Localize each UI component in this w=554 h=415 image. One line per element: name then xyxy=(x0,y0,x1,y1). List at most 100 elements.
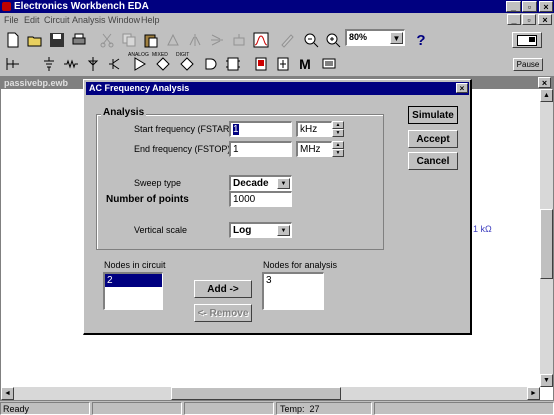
instruments-bin-icon[interactable] xyxy=(318,54,340,74)
nodes-in-circuit-item[interactable]: 2 xyxy=(105,274,162,287)
cancel-button[interactable]: Cancel xyxy=(408,152,458,170)
horizontal-scroll-thumb[interactable] xyxy=(171,387,341,400)
sweep-type-label: Sweep type xyxy=(134,178,182,188)
vertical-scale-value: Log xyxy=(233,225,252,236)
spin-down-icon[interactable]: ▼ xyxy=(332,129,344,137)
favorites-bin-icon[interactable] xyxy=(2,54,24,74)
new-file-icon[interactable] xyxy=(2,30,24,50)
cut-icon[interactable] xyxy=(96,30,118,50)
menu-window[interactable]: Window xyxy=(108,15,140,25)
copy-icon[interactable] xyxy=(118,30,140,50)
status-pane-5 xyxy=(374,402,554,415)
menu-analysis[interactable]: Analysis xyxy=(72,15,106,25)
chevron-down-icon[interactable]: ▼ xyxy=(390,32,403,44)
toolbar-parts: ANALOG MIXED DIGIT M Pause xyxy=(0,52,554,74)
minimize-button[interactable]: _ xyxy=(506,1,521,12)
graph-icon[interactable] xyxy=(250,30,272,50)
nodes-for-analysis-list[interactable]: 3 xyxy=(262,272,324,310)
flip-horizontal-icon[interactable] xyxy=(184,30,206,50)
status-temp-pane: Temp: 27 xyxy=(276,402,372,415)
start-unit-value: kHz xyxy=(300,124,318,135)
digital-bin-icon[interactable] xyxy=(222,54,244,74)
status-pane-3 xyxy=(184,402,274,415)
scroll-left-icon[interactable]: ◄ xyxy=(1,387,14,400)
simulate-button[interactable]: Simulate xyxy=(408,106,458,124)
spin-down-icon[interactable]: ▼ xyxy=(332,149,344,157)
flip-vertical-icon[interactable] xyxy=(206,30,228,50)
zoom-in-icon[interactable] xyxy=(322,30,344,50)
horizontal-scrollbar[interactable]: ◄ ► xyxy=(1,387,540,400)
paste-icon[interactable] xyxy=(140,30,162,50)
end-unit-field[interactable]: MHz xyxy=(296,141,332,157)
indicators-bin-icon[interactable] xyxy=(250,54,272,74)
document-title: passivebp.ewb xyxy=(4,78,69,88)
spin-up-icon[interactable]: ▲ xyxy=(332,121,344,129)
end-unit-value: MHz xyxy=(300,144,321,155)
save-icon[interactable] xyxy=(46,30,68,50)
power-switch[interactable] xyxy=(512,32,542,48)
zoom-select[interactable]: 80% ▼ xyxy=(345,29,405,46)
maximize-button[interactable]: ▫ xyxy=(522,1,537,12)
doc-close-button[interactable]: × xyxy=(538,14,552,25)
sweep-type-select[interactable]: Decade ▼ xyxy=(229,175,292,191)
dialog-close-button[interactable]: × xyxy=(456,83,468,93)
end-unit-spinner[interactable]: ▲ ▼ xyxy=(332,141,344,157)
nodes-for-analysis-item[interactable]: 3 xyxy=(266,275,321,286)
doc-minimize-button[interactable]: _ xyxy=(507,14,521,25)
cancel-label: Cancel xyxy=(416,155,450,167)
doc-restore-button[interactable]: ▫ xyxy=(522,14,536,25)
vertical-scale-select[interactable]: Log ▼ xyxy=(229,222,292,238)
miscellaneous-bin[interactable]: M xyxy=(294,54,316,74)
diodes-bin-icon[interactable] xyxy=(82,54,104,74)
menu-bar: File Edit Circuit Analysis Window Help _… xyxy=(0,13,554,26)
nodes-in-circuit-label: Nodes in circuit xyxy=(104,260,166,270)
zoom-out-icon[interactable] xyxy=(300,30,322,50)
nodes-in-circuit-list[interactable]: 2 xyxy=(103,272,163,310)
number-of-points-input[interactable]: 1000 xyxy=(229,191,292,207)
mixed-ics-bin-icon[interactable]: MIXED xyxy=(152,52,174,74)
add-node-button[interactable]: Add -> xyxy=(194,280,252,298)
power-switch-icon xyxy=(517,34,537,46)
accept-button[interactable]: Accept xyxy=(408,130,458,148)
start-unit-spinner[interactable]: ▲ ▼ xyxy=(332,121,344,137)
chevron-down-icon[interactable]: ▼ xyxy=(277,178,290,189)
add-node-label: Add -> xyxy=(207,283,239,295)
end-frequency-value: 1 xyxy=(233,144,239,155)
print-icon[interactable] xyxy=(68,30,90,50)
vertical-scrollbar[interactable]: ▲ ▼ xyxy=(540,89,553,387)
open-folder-icon[interactable] xyxy=(24,30,46,50)
digital-ics-bin-icon[interactable]: DIGIT xyxy=(176,52,198,74)
controls-bin-icon[interactable] xyxy=(272,54,294,74)
document-close-button[interactable]: × xyxy=(538,77,551,88)
sources-bin-icon[interactable] xyxy=(38,54,60,74)
rotate-icon[interactable] xyxy=(162,30,184,50)
resistor-value-label: 1 kΩ xyxy=(473,224,492,234)
nodes-for-analysis-label: Nodes for analysis xyxy=(263,260,338,270)
vertical-scroll-thumb[interactable] xyxy=(540,209,553,279)
remove-node-label: <- Remove xyxy=(197,307,249,319)
menu-circuit[interactable]: Circuit xyxy=(44,15,70,25)
help-button[interactable]: ? xyxy=(410,30,432,50)
start-frequency-input[interactable]: 1 xyxy=(229,121,292,137)
transistors-bin-icon[interactable] xyxy=(104,54,126,74)
chevron-down-icon[interactable]: ▼ xyxy=(277,225,290,236)
subcircuit-icon[interactable] xyxy=(228,30,250,50)
menu-help[interactable]: Help xyxy=(141,15,160,25)
scroll-down-icon[interactable]: ▼ xyxy=(540,374,553,387)
spin-up-icon[interactable]: ▲ xyxy=(332,141,344,149)
menu-file[interactable]: File xyxy=(4,15,19,25)
zoom-value: 80% xyxy=(349,32,368,42)
start-frequency-value: 1 xyxy=(233,124,239,135)
close-button[interactable]: × xyxy=(539,1,553,12)
start-unit-field[interactable]: kHz xyxy=(296,121,332,137)
menu-edit[interactable]: Edit xyxy=(24,15,40,25)
component-properties-icon[interactable] xyxy=(276,30,298,50)
end-frequency-input[interactable]: 1 xyxy=(229,141,292,157)
basic-bin-icon[interactable] xyxy=(60,54,82,74)
logic-gates-bin-icon[interactable] xyxy=(200,54,222,74)
scroll-up-icon[interactable]: ▲ xyxy=(540,89,553,102)
analog-ics-bin-icon[interactable]: ANALOG xyxy=(128,52,150,74)
remove-node-button[interactable]: <- Remove xyxy=(194,304,252,322)
pause-button[interactable]: Pause xyxy=(513,58,543,71)
scroll-right-icon[interactable]: ► xyxy=(527,387,540,400)
